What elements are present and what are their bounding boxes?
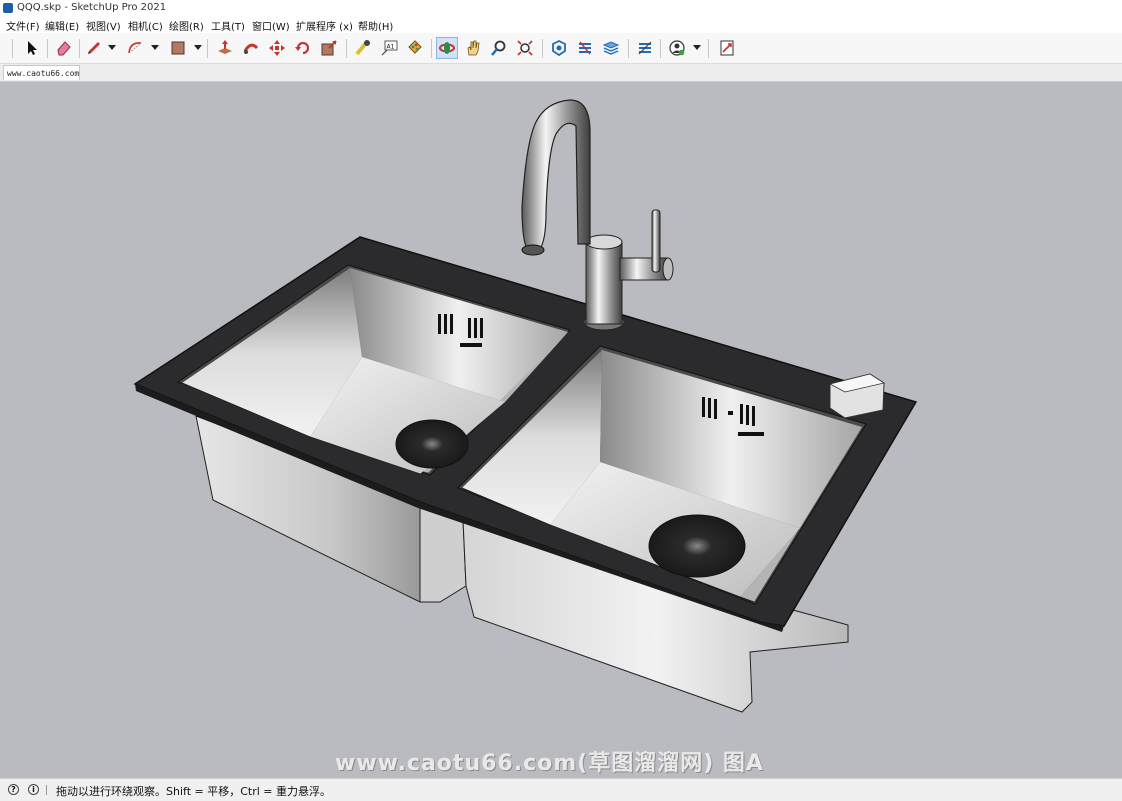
eraser-icon	[57, 41, 71, 56]
send-to-layout-icon	[720, 40, 734, 56]
menu-draw[interactable]: 绘图(R)	[169, 18, 204, 33]
profile-dropdown-arrow[interactable]	[693, 45, 701, 50]
scale-icon	[321, 40, 337, 56]
pencil-icon	[88, 42, 100, 54]
warehouse-tool-button[interactable]	[548, 37, 570, 59]
sketchup-app-icon	[3, 3, 13, 13]
rectangle-icon	[171, 41, 185, 55]
zoom-extents-icon	[517, 40, 533, 56]
extension-warehouse-tool-button[interactable]	[574, 37, 596, 59]
watermark-text: www.caotu66.com(草图溜溜网) 图A	[335, 751, 764, 776]
move-arrows-icon	[269, 40, 285, 56]
sink-model	[133, 99, 918, 713]
eraser-tool-button[interactable]	[53, 37, 75, 59]
geolocation-icon[interactable]: ?	[8, 784, 19, 795]
extension-warehouse-icon	[579, 41, 591, 55]
menu-window[interactable]: 窗口(W)	[252, 18, 290, 33]
toolbar-separator	[47, 39, 48, 58]
menu-edit[interactable]: 编辑(E)	[45, 18, 79, 33]
follow-me-tool-button[interactable]	[240, 37, 262, 59]
tape-measure-icon	[355, 40, 370, 56]
toolbar-separator	[628, 39, 629, 58]
arc-dropdown-arrow[interactable]	[151, 45, 159, 50]
layout-tool-button[interactable]	[600, 37, 622, 59]
zoom-extents-tool-button[interactable]	[514, 37, 536, 59]
send-to-layout-tool-button[interactable]	[716, 37, 738, 59]
toolbar-separator	[708, 39, 709, 58]
select-tool-button[interactable]	[21, 37, 43, 59]
menu-extensions[interactable]: 扩展程序 (x)	[296, 18, 353, 33]
cursor-arrow-icon	[28, 41, 37, 55]
toolbar-separator	[660, 39, 661, 58]
left-drain	[395, 419, 469, 469]
main-toolbar: A1	[0, 33, 1122, 64]
extension-manager-tool-button[interactable]	[634, 37, 656, 59]
right-drain	[648, 514, 746, 578]
info-icon[interactable]: i	[28, 784, 39, 795]
menu-help[interactable]: 帮助(H)	[358, 18, 393, 33]
pan-tool-button[interactable]	[462, 37, 484, 59]
title-bar: QQQ.skp - SketchUp Pro 2021	[0, 0, 1122, 16]
menu-camera[interactable]: 相机(C)	[128, 18, 163, 33]
move-tool-button[interactable]	[266, 37, 288, 59]
push-pull-tool-button[interactable]	[214, 37, 236, 59]
hand-pan-icon	[467, 40, 480, 56]
model-viewport[interactable]	[0, 82, 1122, 778]
text-tool-button[interactable]: A1	[378, 37, 400, 59]
extension-manager-icon	[638, 41, 652, 55]
scene-tab[interactable]: www.caotu66.com	[3, 65, 80, 80]
shape-dropdown-arrow[interactable]	[194, 45, 202, 50]
push-pull-icon	[218, 40, 232, 54]
arc-tool-button[interactable]	[124, 37, 146, 59]
magnifier-icon	[491, 40, 506, 56]
menu-bar: 文件(F) 编辑(E) 视图(V) 相机(C) 绘图(R) 工具(T) 窗口(W…	[0, 16, 1122, 33]
scene-tab-bar: www.caotu66.com	[0, 64, 1122, 82]
toolbar-separator	[346, 39, 347, 58]
status-divider	[46, 785, 47, 795]
toolbar-separator	[79, 39, 80, 58]
paint-bucket-icon	[408, 40, 422, 54]
orbit-icon	[439, 42, 455, 54]
toolbar-separator	[207, 39, 208, 58]
menu-file[interactable]: 文件(F)	[6, 18, 40, 33]
rotate-tool-button[interactable]	[292, 37, 314, 59]
menu-tools[interactable]: 工具(T)	[211, 18, 245, 33]
toolbar-separator	[431, 39, 432, 58]
3d-warehouse-icon	[552, 39, 566, 57]
pencil-dropdown-arrow[interactable]	[108, 45, 116, 50]
arc-icon	[128, 42, 142, 54]
toolbar-separator	[12, 39, 13, 58]
text-label-icon: A1	[381, 40, 398, 56]
user-profile-icon	[669, 40, 685, 56]
profile-tool-button[interactable]	[666, 37, 688, 59]
window-title: QQQ.skp - SketchUp Pro 2021	[17, 2, 167, 13]
toolbar-separator	[542, 39, 543, 58]
orbit-tool-button[interactable]	[436, 37, 458, 59]
paint-bucket-tool-button[interactable]	[404, 37, 426, 59]
status-bar: ? i 拖动以进行环绕观察。Shift = 平移，Ctrl = 重力悬浮。	[0, 778, 1122, 801]
tape-measure-tool-button[interactable]	[352, 37, 374, 59]
pencil-line-tool-button[interactable]	[83, 37, 105, 59]
follow-me-icon	[243, 43, 259, 54]
scale-tool-button[interactable]	[318, 37, 340, 59]
zoom-tool-button[interactable]	[488, 37, 510, 59]
status-message: 拖动以进行环绕观察。Shift = 平移，Ctrl = 重力悬浮。	[56, 785, 331, 798]
shape-tool-button[interactable]	[167, 37, 189, 59]
rotate-icon	[295, 41, 310, 55]
svg-text:A1: A1	[387, 43, 395, 50]
menu-view[interactable]: 视图(V)	[86, 18, 121, 33]
layers-stack-icon	[602, 41, 620, 55]
